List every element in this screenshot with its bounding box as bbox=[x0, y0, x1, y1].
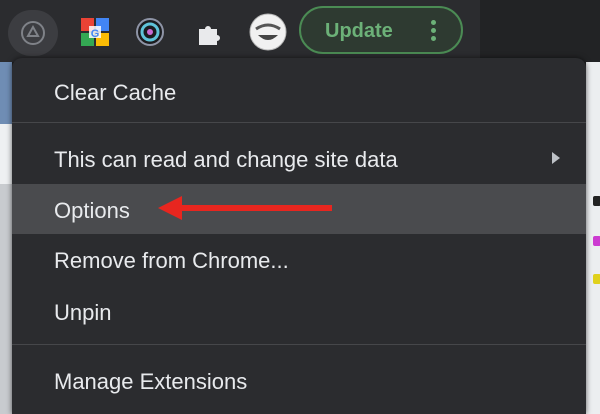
menu-item-label: Options bbox=[54, 198, 130, 223]
page-dot bbox=[593, 196, 600, 206]
page-dot bbox=[593, 236, 600, 246]
menu-item-label: Manage Extensions bbox=[54, 369, 248, 394]
menu-separator bbox=[12, 122, 586, 123]
update-button[interactable]: Update bbox=[299, 6, 463, 54]
menu-item-remove-from-chrome[interactable]: Remove from Chrome... bbox=[12, 234, 586, 284]
more-vertical-icon[interactable] bbox=[429, 18, 437, 44]
menu-item-label: Remove from Chrome... bbox=[54, 248, 289, 273]
avatar-face-icon[interactable] bbox=[245, 11, 291, 53]
page-dot bbox=[593, 274, 600, 284]
circle-extension-icon[interactable] bbox=[133, 15, 167, 49]
browser-toolbar: G Update bbox=[0, 0, 600, 62]
extension-context-menu: Clear Cache This can read and change sit… bbox=[12, 58, 586, 414]
menu-item-manage-extensions[interactable]: Manage Extensions bbox=[12, 355, 586, 405]
menu-item-site-access[interactable]: This can read and change site data bbox=[12, 133, 586, 183]
extensions-puzzle-icon[interactable] bbox=[195, 17, 225, 47]
menu-item-clear-cache[interactable]: Clear Cache bbox=[12, 66, 586, 116]
page-content-left bbox=[0, 62, 12, 414]
menu-item-label: This can read and change site data bbox=[54, 147, 398, 172]
update-label: Update bbox=[325, 20, 393, 42]
menu-item-label: Clear Cache bbox=[54, 80, 177, 105]
svg-text:G: G bbox=[91, 28, 100, 40]
menu-item-unpin[interactable]: Unpin bbox=[12, 286, 586, 336]
red-arrow-icon bbox=[158, 196, 332, 220]
chevron-right-icon bbox=[552, 152, 560, 164]
extension-puzzle-icon[interactable] bbox=[18, 18, 48, 48]
toolbar-background bbox=[480, 0, 600, 62]
google-extension-icon[interactable]: G bbox=[79, 16, 111, 48]
menu-item-label: Unpin bbox=[54, 300, 112, 325]
menu-separator bbox=[12, 344, 586, 345]
